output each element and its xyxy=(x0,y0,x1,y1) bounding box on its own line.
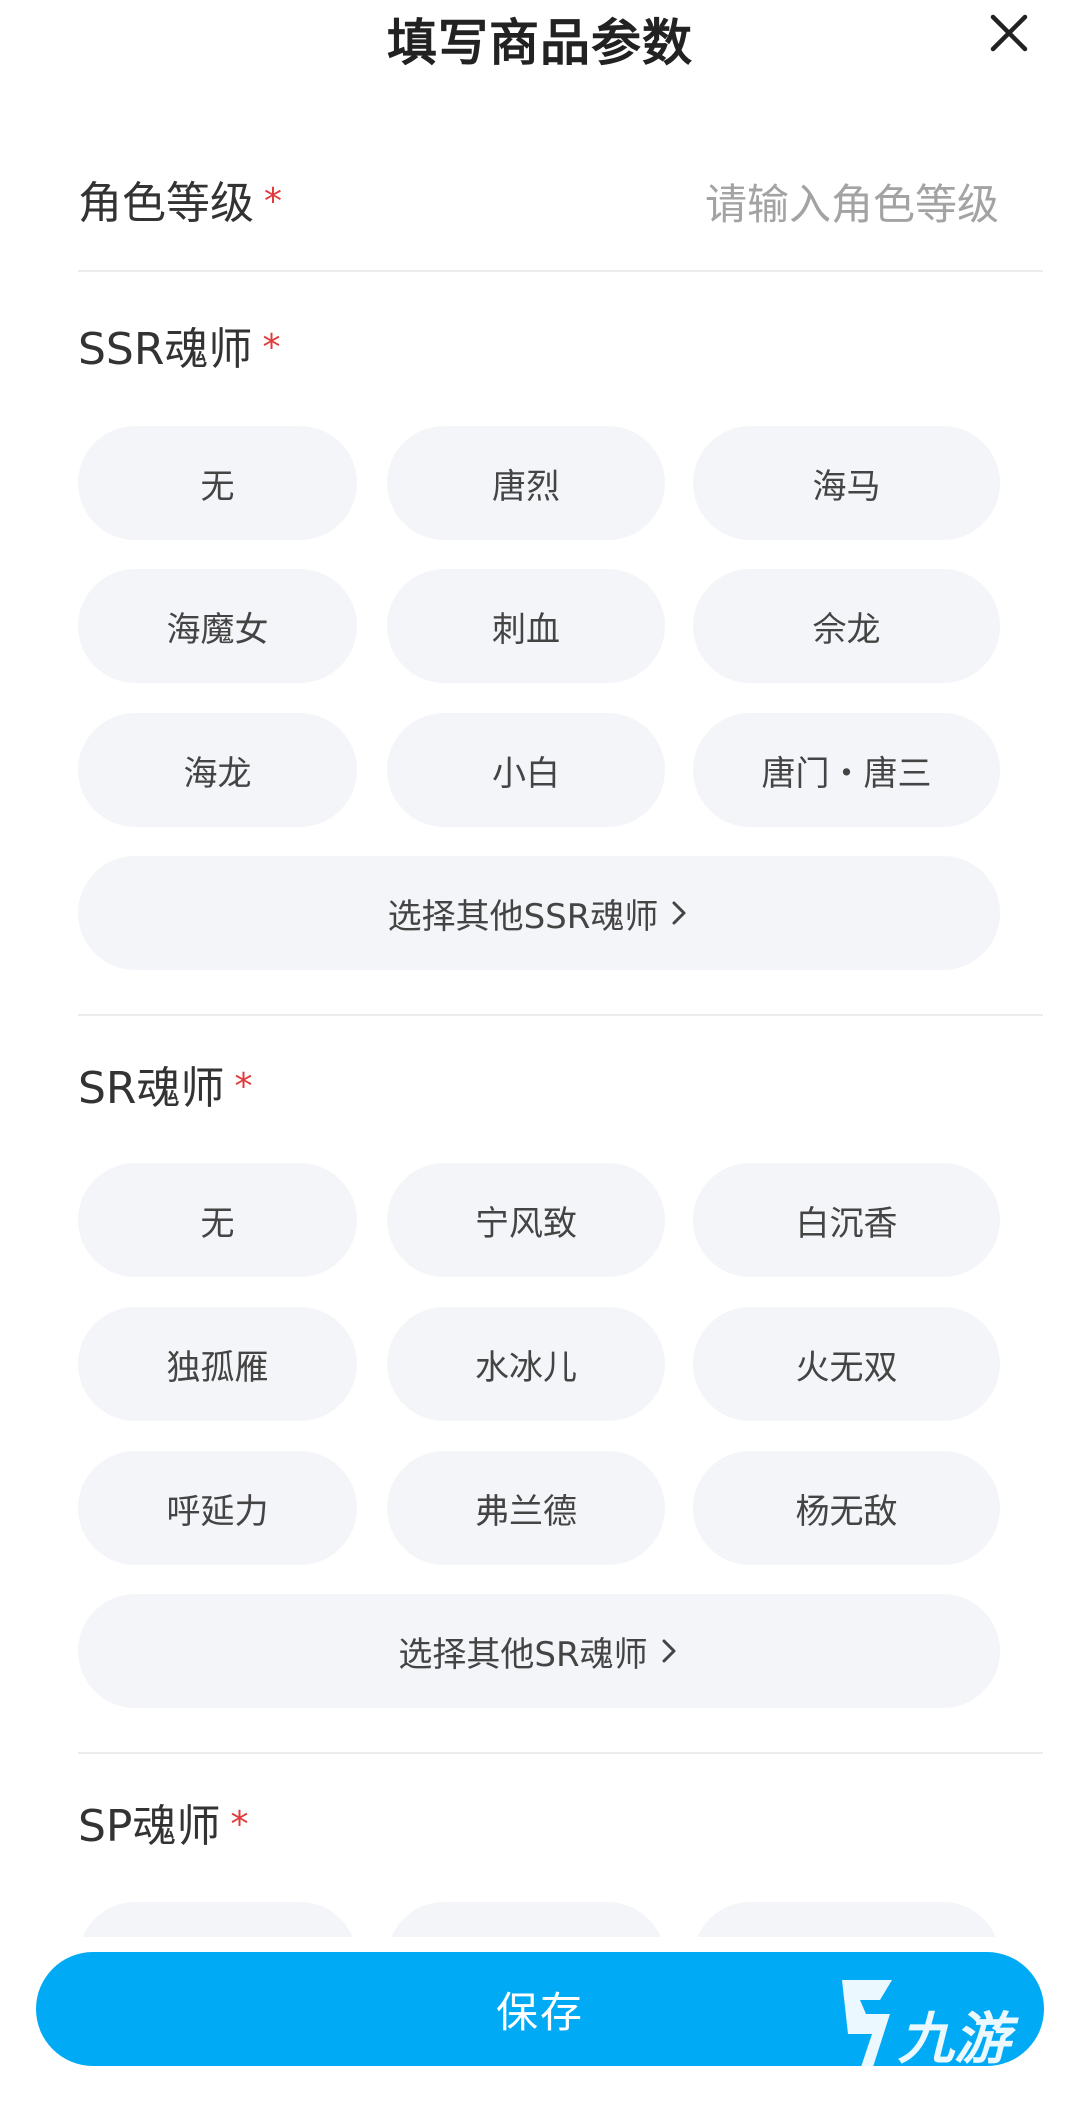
sp-option[interactable] xyxy=(693,1902,1000,1937)
ssr-option[interactable]: 小白 xyxy=(387,713,665,827)
sr-title-text: SR魂师 xyxy=(78,1063,225,1114)
sp-title-text: SP魂师 xyxy=(78,1801,221,1852)
ssr-option[interactable]: 海魔女 xyxy=(78,569,357,683)
ssr-option[interactable]: 无 xyxy=(78,426,357,540)
watermark-text: 九游 xyxy=(898,2007,1019,2072)
header: 填写商品参数 xyxy=(0,0,1080,100)
sr-option[interactable]: 火无双 xyxy=(693,1307,1000,1421)
close-icon xyxy=(990,14,1028,52)
sr-section: SR魂师 * 无 宁风致 白沉香 独孤雁 水冰儿 火无双 呼延力 弗兰德 杨无敌 … xyxy=(78,1059,1043,1754)
required-mark: * xyxy=(262,327,281,368)
sr-option[interactable]: 弗兰德 xyxy=(387,1451,665,1565)
sr-option[interactable]: 杨无敌 xyxy=(693,1451,1000,1565)
ssr-option[interactable]: 刺血 xyxy=(387,569,665,683)
ssr-option[interactable]: 唐烈 xyxy=(387,426,665,540)
more-sr-button[interactable]: 选择其他SR魂师 xyxy=(78,1594,1000,1708)
ssr-title-text: SSR魂师 xyxy=(78,324,253,375)
sr-option[interactable]: 独孤雁 xyxy=(78,1307,357,1421)
sr-option[interactable]: 无 xyxy=(78,1163,357,1277)
chevron-right-icon xyxy=(672,901,686,925)
required-mark: * xyxy=(234,1066,253,1107)
required-mark: * xyxy=(264,181,282,222)
ssr-option[interactable]: 海龙 xyxy=(78,713,357,827)
ssr-section: SSR魂师 * 无 唐烈 海马 海魔女 刺血 佘龙 海龙 小白 唐门・唐三 选择其… xyxy=(78,320,1043,1016)
level-field: 角色等级 * xyxy=(78,150,1043,272)
sp-section: SP魂师 * xyxy=(78,1797,1043,1937)
chevron-right-icon xyxy=(662,1639,676,1663)
jiuyou-logo: 九游 xyxy=(842,1980,1019,2072)
sr-option[interactable]: 宁风致 xyxy=(387,1163,665,1277)
ssr-section-title: SSR魂师 * xyxy=(78,320,280,380)
ssr-option[interactable]: 佘龙 xyxy=(693,569,1000,683)
more-ssr-button[interactable]: 选择其他SSR魂师 xyxy=(78,856,1000,970)
ssr-option[interactable]: 唐门・唐三 xyxy=(693,713,1000,827)
sr-option[interactable]: 水冰儿 xyxy=(387,1307,665,1421)
more-ssr-label: 选择其他SSR魂师 xyxy=(387,896,659,937)
sr-option[interactable]: 白沉香 xyxy=(693,1163,1000,1277)
level-label: 角色等级 * xyxy=(78,174,282,234)
close-button[interactable] xyxy=(984,8,1034,58)
sp-section-title: SP魂师 * xyxy=(78,1797,248,1857)
sr-option[interactable]: 呼延力 xyxy=(78,1451,357,1565)
level-input[interactable] xyxy=(579,172,999,236)
more-sr-label: 选择其他SR魂师 xyxy=(398,1634,648,1675)
page-title: 填写商品参数 xyxy=(387,14,693,72)
ssr-option[interactable]: 海马 xyxy=(693,426,1000,540)
sr-section-title: SR魂师 * xyxy=(78,1059,253,1119)
required-mark: * xyxy=(230,1804,249,1845)
sp-option[interactable] xyxy=(78,1902,357,1937)
sp-option[interactable] xyxy=(387,1902,665,1937)
level-label-text: 角色等级 xyxy=(78,178,254,229)
